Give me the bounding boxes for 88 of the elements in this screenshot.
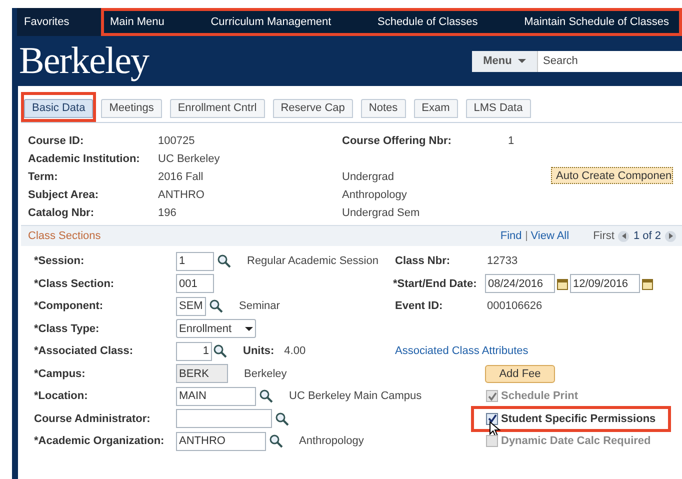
- field-label: *Academic Organization:: [34, 434, 166, 449]
- nav-link[interactable]: Schedule of Classes: [377, 14, 478, 30]
- checkbox[interactable]: [486, 412, 498, 425]
- previous-icon[interactable]: [618, 230, 630, 242]
- menu-button[interactable]: Menu: [472, 50, 538, 72]
- field-label: *Associated Class:: [34, 344, 134, 359]
- field-label: Catalog Nbr:: [28, 206, 95, 221]
- input-field[interactable]: ANTHRO: [176, 432, 266, 451]
- field-label: Course Administrator:: [34, 412, 152, 426]
- input-field[interactable]: MAIN: [176, 386, 256, 406]
- field-label: Academic Institution:: [28, 152, 141, 167]
- search-icon[interactable]: [209, 299, 223, 314]
- search-icon[interactable]: [259, 389, 273, 404]
- dropdown[interactable]: Enrollment: [176, 319, 256, 338]
- input-field[interactable]: 1: [176, 342, 212, 361]
- input-field: BERK: [176, 364, 228, 384]
- field-label: *Campus:: [34, 366, 86, 382]
- checkbox-label: Student Specific Permissions: [501, 412, 656, 426]
- favorites-menu[interactable]: Favorites: [17, 8, 101, 36]
- field-description: Seminar: [239, 299, 280, 314]
- field-label: Class Nbr:: [395, 254, 452, 269]
- field-label: *Session:: [34, 254, 86, 269]
- field-description: Berkeley: [244, 366, 287, 382]
- section-title: Class Sections: [28, 228, 101, 244]
- input-field[interactable]: 1: [176, 252, 214, 271]
- calendar-icon[interactable]: [557, 278, 568, 290]
- input-field[interactable]: SEM: [176, 296, 206, 316]
- field-label: *Class Type:: [34, 322, 100, 336]
- field-value: 4.00: [284, 344, 306, 359]
- caret-icon: [518, 59, 526, 63]
- date-field[interactable]: 12/09/2016: [570, 274, 640, 294]
- checkbox-label: Dynamic Date Calc Required: [501, 434, 651, 449]
- checkbox-label: Schedule Print: [501, 389, 578, 404]
- search-field[interactable]: Search: [538, 50, 682, 72]
- nav-link[interactable]: Main Menu: [110, 14, 164, 30]
- attributes-link[interactable]: Associated Class Attributes: [395, 343, 528, 360]
- auto-create-button[interactable]: Auto Create Componen: [551, 167, 673, 184]
- add-fee-button[interactable]: Add Fee: [485, 364, 555, 383]
- field-label: Units:: [243, 344, 274, 359]
- field-label: Course Offering Nbr:: [342, 134, 452, 149]
- tab[interactable]: Basic Data: [24, 98, 94, 118]
- page-position: 1 of 2: [633, 228, 661, 244]
- field-description: UC Berkeley Main Campus: [289, 389, 422, 404]
- field-label: *Start/End Date:: [393, 276, 478, 292]
- date-field[interactable]: 08/24/2016: [485, 274, 555, 294]
- tab[interactable]: Meetings: [101, 98, 162, 118]
- input-field[interactable]: [176, 409, 272, 428]
- calendar-icon[interactable]: [642, 278, 653, 290]
- field-label: Event ID:: [395, 299, 444, 314]
- field-value: UC Berkeley: [158, 152, 221, 167]
- caret-icon: [245, 326, 253, 331]
- field-value: Undergrad Sem: [342, 206, 420, 221]
- field-value: 12733: [487, 254, 518, 269]
- check-icon: [488, 392, 496, 401]
- find-link[interactable]: Find: [500, 228, 522, 244]
- search-icon[interactable]: [217, 254, 231, 268]
- input-field[interactable]: 001: [176, 274, 214, 294]
- field-value: 2016 Fall: [158, 170, 204, 185]
- nav-link[interactable]: Maintain Schedule of Classes: [524, 14, 669, 30]
- view-all-link[interactable]: View All: [530, 228, 570, 244]
- field-label: Subject Area:: [28, 188, 100, 203]
- field-label: *Component:: [34, 299, 104, 314]
- field-label: Term:: [28, 170, 59, 185]
- field-value: Undergrad: [342, 170, 394, 185]
- tab[interactable]: Reserve Cap: [272, 98, 353, 118]
- tab[interactable]: Notes: [360, 98, 406, 118]
- field-value: 000106626: [487, 299, 542, 314]
- field-value: 1: [508, 134, 514, 149]
- field-label: *Class Section:: [34, 276, 116, 292]
- cursor-icon: [489, 420, 501, 438]
- field-value: 196: [158, 206, 178, 221]
- check-icon: [488, 414, 496, 424]
- tab[interactable]: Enrollment Cntrl: [170, 98, 265, 118]
- field-value: ANTHRO: [158, 188, 206, 203]
- next-icon[interactable]: [665, 230, 676, 242]
- field-value: Anthropology: [342, 188, 407, 203]
- search-icon[interactable]: [275, 412, 289, 426]
- tab[interactable]: Exam: [414, 98, 458, 118]
- field-value: 100725: [158, 134, 196, 149]
- logo: Berkeley: [19, 42, 149, 80]
- search-icon[interactable]: [213, 344, 227, 358]
- nav-link[interactable]: Curriculum Management: [210, 14, 332, 30]
- field-label: Course ID:: [28, 134, 85, 149]
- tab[interactable]: LMS Data: [466, 98, 531, 118]
- search-icon[interactable]: [269, 434, 283, 448]
- field-description: Regular Academic Session: [247, 254, 378, 269]
- field-description: Anthropology: [299, 434, 364, 449]
- field-label: *Location:: [34, 389, 89, 404]
